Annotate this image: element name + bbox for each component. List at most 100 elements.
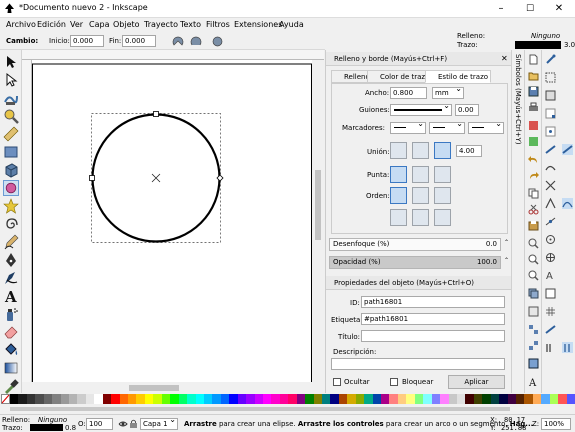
start-angle-input[interactable]: 0.000 (70, 35, 104, 47)
snap-bbox-icon[interactable] (545, 72, 556, 83)
order-stroke-fill-markers-button[interactable] (412, 187, 429, 204)
opacity-stepper[interactable]: ⌃ (504, 257, 509, 264)
symbols-side-tab[interactable]: Símbolos (Mayús+Ctrl+Y) (511, 50, 524, 393)
group-icon[interactable] (528, 324, 539, 335)
eraser-tool-icon[interactable] (3, 324, 19, 340)
status-opacity-input[interactable]: 100 (86, 418, 113, 430)
bevel-join-button[interactable] (390, 142, 407, 159)
menu-texto[interactable]: Texto (180, 20, 201, 29)
layer-select[interactable]: Capa 1 (140, 415, 178, 430)
duplicate-icon[interactable] (528, 288, 539, 299)
snap-midpoint-icon[interactable] (545, 216, 556, 227)
panel-close-icon[interactable]: ✕ (501, 54, 508, 63)
palette-swatch[interactable] (566, 394, 575, 404)
no-paint-swatch[interactable] (1, 394, 10, 404)
opacity-slider[interactable]: Opacidad (%) 100.0 (329, 256, 501, 269)
make-whole-icon[interactable] (212, 36, 223, 47)
layer-lock-icon[interactable] (129, 419, 138, 429)
zoom-page-icon[interactable] (528, 270, 539, 281)
print-icon[interactable] (528, 102, 539, 113)
selector-tool-icon[interactable] (3, 54, 19, 70)
snap-others-active-icon[interactable] (562, 342, 573, 353)
apply-button[interactable]: Aplicar (448, 375, 505, 389)
order-markers-stroke-fill-button[interactable] (434, 209, 451, 226)
blur-slider[interactable]: Desenfoque (%) 0.0 (329, 238, 501, 251)
text-font-dialog-icon[interactable]: A (528, 376, 539, 387)
object-properties-header[interactable]: Propiedades del objeto (Mayús+Ctrl+O) (326, 276, 512, 290)
snap-enable-icon[interactable] (545, 54, 556, 65)
minimize-button[interactable]: – (487, 2, 515, 16)
tab-stroke-style[interactable]: Estilo de trazo (425, 70, 492, 83)
object-label-input[interactable]: #path16801 (361, 313, 505, 325)
open-document-icon[interactable] (528, 70, 539, 81)
export-icon[interactable] (528, 136, 539, 147)
miter-join-button[interactable] (434, 142, 451, 159)
snap-object-center-icon[interactable] (545, 234, 556, 245)
stroke-unit-select[interactable]: mm (432, 84, 464, 99)
lock-checkbox[interactable] (390, 378, 398, 386)
ellipse-tool-icon[interactable] (3, 180, 19, 196)
dash-pattern-select[interactable] (390, 101, 452, 116)
drawing-canvas[interactable] (32, 60, 312, 382)
status-stroke-swatch[interactable] (30, 424, 63, 431)
clone-icon[interactable] (528, 306, 539, 317)
vertical-scrollbar[interactable] (312, 60, 324, 382)
spray-tool-icon[interactable] (3, 306, 19, 322)
paste-icon[interactable] (528, 220, 539, 231)
snap-bbox-corner-icon[interactable] (545, 108, 556, 119)
order-fill-stroke-markers-button[interactable] (390, 187, 407, 204)
rectangle-tool-icon[interactable] (3, 144, 19, 160)
zoom-selection-icon[interactable] (528, 238, 539, 249)
palette-scrollbar[interactable] (0, 404, 575, 414)
description-textarea[interactable] (331, 358, 505, 370)
object-id-input[interactable]: path16801 (361, 296, 505, 308)
cut-icon[interactable] (528, 204, 539, 215)
miter-limit-input[interactable]: 4.00 (456, 145, 482, 157)
zoom-tool-icon[interactable] (3, 108, 19, 124)
spiral-tool-icon[interactable] (3, 216, 19, 232)
paint-bucket-tool-icon[interactable] (3, 342, 19, 358)
snap-grid-icon[interactable] (545, 306, 556, 317)
mid-marker-select[interactable] (429, 119, 465, 134)
menu-ayuda[interactable]: Ayuda (279, 20, 304, 29)
text-tool-icon[interactable]: A (3, 288, 19, 304)
tab-stroke-paint[interactable]: Color de trazo (367, 70, 433, 83)
closed-arc-icon[interactable] (172, 36, 184, 47)
fill-stroke-indicator[interactable]: Relleno: Ninguno Trazo: 3.02 (455, 30, 575, 52)
snap-bbox-edge-icon[interactable] (545, 90, 556, 101)
order-stroke-markers-fill-button[interactable] (412, 209, 429, 226)
square-cap-button[interactable] (434, 166, 451, 183)
snap-guide-icon[interactable] (545, 324, 556, 335)
dropper-tool-icon[interactable] (3, 378, 19, 394)
zoom-input[interactable]: 100% (541, 418, 571, 430)
pencil-tool-icon[interactable] (3, 234, 19, 250)
dash-offset-input[interactable]: 0.00 (455, 104, 479, 116)
snap-page-border-icon[interactable] (545, 288, 556, 299)
ungroup-icon[interactable] (528, 340, 539, 351)
tweak-tool-icon[interactable] (3, 90, 19, 106)
round-cap-button[interactable] (412, 166, 429, 183)
fill-stroke-header[interactable]: Relleno y borde (Mayús+Ctrl+F) (326, 52, 512, 66)
blur-stepper[interactable]: ⌃ (504, 239, 509, 246)
start-marker-select[interactable] (390, 119, 426, 134)
horizontal-scrollbar[interactable] (22, 382, 324, 393)
menu-archivo[interactable]: Archivo (6, 20, 36, 29)
gradient-tool-icon[interactable] (3, 360, 19, 376)
palette-scroll-thumb[interactable] (10, 407, 510, 411)
zoom-drawing-icon[interactable] (528, 254, 539, 265)
fill-stroke-dialog-icon[interactable] (528, 358, 539, 369)
hide-checkbox[interactable] (333, 378, 341, 386)
end-marker-select[interactable] (468, 119, 504, 134)
vertical-scroll-thumb[interactable] (315, 170, 321, 240)
open-arc-icon[interactable] (190, 36, 202, 47)
menu-trayecto[interactable]: Trayecto (144, 20, 178, 29)
round-join-button[interactable] (412, 142, 429, 159)
layer-visibility-icon[interactable] (118, 419, 128, 429)
menu-ver[interactable]: Ver (70, 20, 83, 29)
snap-others-icon[interactable] (545, 342, 556, 353)
node-tool-icon[interactable] (3, 72, 19, 88)
undo-icon[interactable] (528, 154, 539, 165)
snap-intersection-icon[interactable] (545, 180, 556, 191)
copy-icon[interactable] (528, 188, 539, 199)
snap-smooth-icon[interactable] (562, 198, 573, 209)
